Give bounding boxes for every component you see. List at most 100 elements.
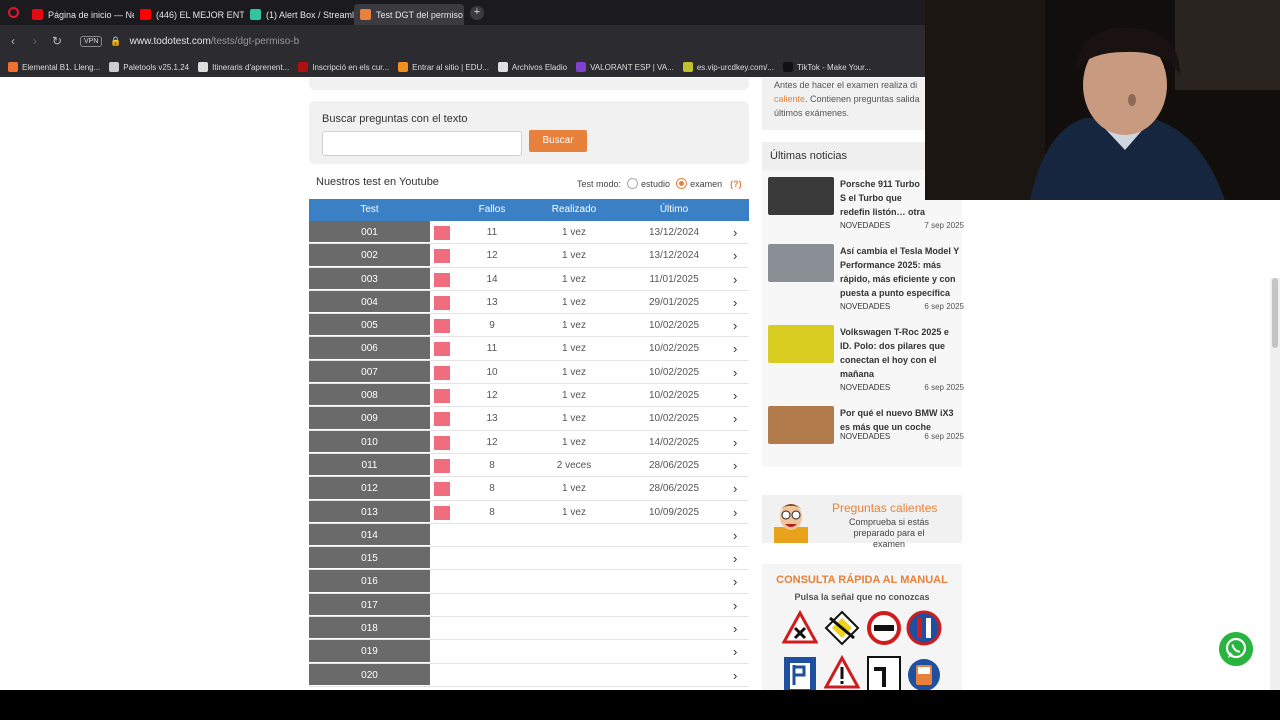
failures-bar bbox=[434, 389, 450, 404]
whatsapp-icon[interactable] bbox=[1219, 632, 1253, 666]
news-thumbnail[interactable] bbox=[768, 244, 834, 282]
browser-tab[interactable]: (1) Alert Box / Streamlabs bbox=[244, 4, 354, 25]
table-row[interactable]: 015 › bbox=[309, 547, 749, 571]
table-row[interactable]: 014 › bbox=[309, 523, 749, 548]
back-icon[interactable]: ‹ bbox=[2, 34, 24, 48]
news-title-text[interactable]: Porsche 911 Turbo S el Turbo que redefin… bbox=[840, 177, 926, 219]
table-row[interactable]: 007 10 1 vez 10/02/2025 › bbox=[309, 360, 749, 385]
table-row[interactable]: 018 › bbox=[309, 617, 749, 641]
search-input[interactable] bbox=[322, 131, 522, 156]
radio-examen-label[interactable]: examen bbox=[690, 179, 722, 189]
table-row[interactable]: 006 11 1 vez 10/02/2025 › bbox=[309, 337, 749, 361]
radio-examen[interactable] bbox=[676, 178, 688, 189]
chevron-right-icon[interactable]: › bbox=[733, 225, 737, 240]
chevron-right-icon[interactable]: › bbox=[733, 272, 737, 287]
chevron-right-icon[interactable]: › bbox=[733, 574, 737, 589]
youtube-tests-link[interactable]: Nuestros test en Youtube bbox=[316, 176, 439, 188]
table-row[interactable]: 016 › bbox=[309, 570, 749, 594]
page-scrollbar[interactable] bbox=[1270, 278, 1280, 690]
table-row[interactable]: 010 12 1 vez 14/02/2025 › bbox=[309, 430, 749, 454]
test-number: 016 bbox=[309, 570, 430, 593]
bookmark-item[interactable]: Itineraris d'aprenent... bbox=[198, 62, 289, 72]
table-row[interactable]: 011 8 2 veces 28/06/2025 › bbox=[309, 453, 749, 478]
test-number: 007 bbox=[309, 360, 430, 384]
chevron-right-icon[interactable]: › bbox=[733, 644, 737, 659]
chevron-right-icon[interactable]: › bbox=[733, 295, 737, 310]
table-row[interactable]: 003 14 1 vez 11/01/2025 › bbox=[309, 267, 749, 291]
times-done: 1 vez bbox=[562, 506, 586, 518]
bookmark-item[interactable]: Paletools v25.1.24 bbox=[109, 62, 189, 72]
browser-tab[interactable]: Test DGT del permiso B p bbox=[354, 4, 464, 25]
chevron-right-icon[interactable]: › bbox=[733, 365, 737, 380]
table-row[interactable]: 005 9 1 vez 10/02/2025 › bbox=[309, 314, 749, 338]
chevron-right-icon[interactable]: › bbox=[733, 435, 737, 450]
bookmark-item[interactable]: TikTok - Make Your... bbox=[783, 62, 871, 72]
table-row[interactable]: 012 8 1 vez 28/06/2025 › bbox=[309, 477, 749, 501]
help-icon[interactable]: (?) bbox=[730, 179, 742, 189]
news-thumbnail[interactable] bbox=[768, 406, 834, 444]
chevron-right-icon[interactable]: › bbox=[733, 598, 737, 613]
bookmark-item[interactable]: VALORANT ESP | VA... bbox=[576, 62, 674, 72]
chevron-right-icon[interactable]: › bbox=[733, 551, 737, 566]
bookmark-item[interactable]: Inscripció en els cur... bbox=[298, 62, 389, 72]
bookmark-item[interactable]: Entrar al sitio | EDU... bbox=[398, 62, 489, 72]
bus-sign-icon[interactable] bbox=[906, 655, 942, 690]
turn-direction-sign-icon[interactable] bbox=[866, 655, 902, 690]
table-row[interactable]: 017 › bbox=[309, 593, 749, 618]
chevron-right-icon[interactable]: › bbox=[733, 248, 737, 263]
chevron-right-icon[interactable]: › bbox=[733, 318, 737, 333]
search-button[interactable]: Buscar bbox=[529, 130, 587, 152]
radio-estudio-label[interactable]: estudio bbox=[641, 179, 670, 189]
lock-icon[interactable]: 🔒 bbox=[110, 36, 121, 47]
no-overtaking-end-sign-icon[interactable] bbox=[906, 610, 942, 646]
bookmark-label: TikTok - Make Your... bbox=[797, 62, 871, 72]
chevron-right-icon[interactable]: › bbox=[733, 621, 737, 636]
news-thumbnail[interactable] bbox=[768, 325, 834, 363]
radio-estudio[interactable] bbox=[627, 178, 639, 189]
table-row[interactable]: 020 › bbox=[309, 663, 749, 687]
chevron-right-icon[interactable]: › bbox=[733, 388, 737, 403]
news-title-text[interactable]: Así cambia el Tesla Model Y Performance … bbox=[840, 244, 960, 300]
chevron-right-icon[interactable]: › bbox=[733, 481, 737, 496]
browser-tab[interactable]: (446) EL MEJOR ENTRANO bbox=[134, 4, 244, 25]
table-row[interactable]: 019 › bbox=[309, 640, 749, 664]
url-field[interactable]: www.todotest.com/tests/dgt-permiso-b bbox=[130, 36, 300, 47]
last-date: 10/02/2025 bbox=[648, 413, 700, 425]
danger-warning-sign-icon[interactable] bbox=[824, 655, 860, 690]
webcam-overlay bbox=[925, 0, 1280, 200]
opera-logo-icon[interactable] bbox=[0, 0, 26, 25]
table-row[interactable]: 002 12 1 vez 13/12/2024 › bbox=[309, 244, 749, 268]
bookmark-item[interactable]: es.vip-urcdkey.com/... bbox=[682, 62, 774, 72]
table-row[interactable]: 004 13 1 vez 29/01/2025 › bbox=[309, 290, 749, 315]
chevron-right-icon[interactable]: › bbox=[733, 505, 737, 520]
table-row[interactable]: 001 11 1 vez 13/12/2024 › bbox=[309, 221, 749, 245]
table-row[interactable]: 013 8 1 vez 10/09/2025 › bbox=[309, 500, 749, 524]
news-category: NOVEDADES bbox=[840, 383, 891, 392]
chevron-right-icon[interactable]: › bbox=[733, 411, 737, 426]
news-title-text[interactable]: Por qué el nuevo BMW iX3 es más que un c… bbox=[840, 406, 960, 434]
chevron-right-icon[interactable]: › bbox=[733, 668, 737, 683]
scrollbar-thumb[interactable] bbox=[1272, 278, 1278, 348]
news-thumbnail[interactable] bbox=[768, 177, 834, 215]
chevron-right-icon[interactable]: › bbox=[733, 528, 737, 543]
chevron-right-icon[interactable]: › bbox=[733, 458, 737, 473]
hot-questions-banner[interactable]: Preguntas calientes Comprueba si estás p… bbox=[762, 495, 962, 549]
notice-hot-link[interactable]: caliente bbox=[774, 94, 805, 104]
vpn-badge[interactable]: VPN bbox=[80, 35, 103, 47]
new-tab-plus-icon[interactable]: + bbox=[470, 5, 484, 20]
parking-sign-icon[interactable] bbox=[782, 655, 818, 690]
intersection-warning-sign-icon[interactable] bbox=[782, 610, 818, 646]
priority-road-sign-icon[interactable] bbox=[824, 610, 860, 646]
chevron-right-icon[interactable]: › bbox=[733, 341, 737, 356]
reload-icon[interactable]: ↻ bbox=[46, 34, 68, 48]
table-row[interactable]: 008 12 1 vez 10/02/2025 › bbox=[309, 384, 749, 408]
news-date: 7 sep 2025 bbox=[924, 221, 964, 230]
news-title-text[interactable]: Volkswagen T-Roc 2025 e ID. Polo: dos pi… bbox=[840, 325, 960, 381]
test-number: 003 bbox=[309, 267, 430, 290]
bookmark-item[interactable]: Archivos Eladio bbox=[497, 62, 567, 72]
forward-icon[interactable]: › bbox=[24, 34, 46, 48]
table-row[interactable]: 009 13 1 vez 10/02/2025 › bbox=[309, 407, 749, 431]
bookmark-item[interactable]: Elemental B1. Lleng... bbox=[8, 62, 100, 72]
browser-tab[interactable]: Página de inicio — Netflix bbox=[26, 4, 134, 25]
no-entry-sign-icon[interactable] bbox=[866, 610, 902, 646]
